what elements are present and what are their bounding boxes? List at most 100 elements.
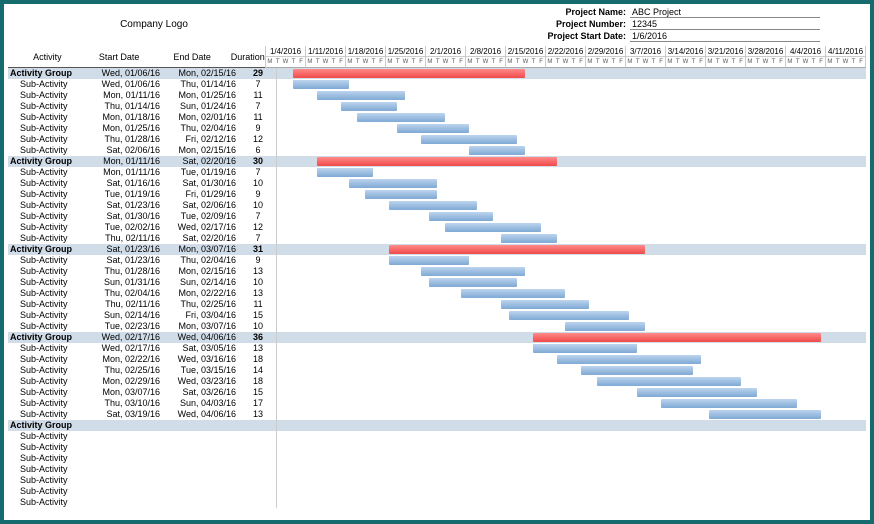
task-bar[interactable]: [501, 300, 589, 309]
task-bar[interactable]: [341, 102, 397, 111]
sub-activity-row[interactable]: Sub-ActivityThu, 01/28/16Fri, 02/12/1612: [8, 134, 866, 145]
sub-activity-row[interactable]: Sub-Activity: [8, 442, 866, 453]
task-bar[interactable]: [421, 267, 525, 276]
sub-activity-row[interactable]: Sub-Activity: [8, 431, 866, 442]
end-date-cell: Thu, 02/04/16: [164, 255, 240, 266]
sub-activity-row[interactable]: Sub-Activity: [8, 475, 866, 486]
task-bar[interactable]: [317, 168, 373, 177]
sub-activity-row[interactable]: Sub-ActivityTue, 02/23/16Mon, 03/07/1610: [8, 321, 866, 332]
start-date-cell: Wed, 02/17/16: [88, 332, 164, 343]
sub-activity-row[interactable]: Sub-ActivityWed, 01/06/16Thu, 01/14/167: [8, 79, 866, 90]
end-date-cell: Sat, 03/05/16: [164, 343, 240, 354]
sub-activity-row[interactable]: Sub-ActivityMon, 02/22/16Wed, 03/16/1618: [8, 354, 866, 365]
sub-activity-row[interactable]: Sub-ActivitySat, 01/23/16Thu, 02/04/169: [8, 255, 866, 266]
activity-group-row[interactable]: Activity GroupMon, 01/11/16Sat, 02/20/16…: [8, 156, 866, 167]
sub-activity-row[interactable]: Sub-ActivityTue, 01/19/16Fri, 01/29/169: [8, 189, 866, 200]
sub-activity-row[interactable]: Sub-ActivityWed, 02/17/16Sat, 03/05/1613: [8, 343, 866, 354]
activity-label: Sub-Activity: [8, 255, 88, 266]
activity-group-row[interactable]: Activity GroupSat, 01/23/16Mon, 03/07/16…: [8, 244, 866, 255]
day-label: W: [522, 57, 530, 68]
task-bar[interactable]: [349, 179, 437, 188]
day-label: T: [689, 57, 697, 68]
task-bar[interactable]: [709, 410, 821, 419]
sub-activity-row[interactable]: Sub-ActivityMon, 01/25/16Thu, 02/04/169: [8, 123, 866, 134]
sub-activity-row[interactable]: Sub-ActivitySat, 01/30/16Tue, 02/09/167: [8, 211, 866, 222]
activity-group-row[interactable]: Activity Group: [8, 420, 866, 431]
task-bar[interactable]: [501, 234, 557, 243]
sub-activity-row[interactable]: Sub-ActivityMon, 01/18/16Mon, 02/01/1611: [8, 112, 866, 123]
group-bar[interactable]: [389, 245, 645, 254]
activity-label: Sub-Activity: [8, 167, 88, 178]
project-name-value[interactable]: ABC Project: [630, 6, 820, 18]
task-bar[interactable]: [661, 399, 797, 408]
task-bar[interactable]: [533, 344, 637, 353]
task-bar[interactable]: [597, 377, 741, 386]
task-bar[interactable]: [389, 256, 469, 265]
gantt-bar-cell: [276, 123, 866, 134]
day-label: M: [266, 57, 274, 68]
end-date-cell: Mon, 02/15/16: [164, 266, 240, 277]
sub-activity-row[interactable]: Sub-Activity: [8, 497, 866, 508]
task-bar[interactable]: [445, 223, 541, 232]
sub-activity-row[interactable]: Sub-ActivityMon, 02/29/16Wed, 03/23/1618: [8, 376, 866, 387]
task-bar[interactable]: [365, 190, 437, 199]
start-date-cell: Thu, 01/28/16: [88, 266, 164, 277]
company-logo-placeholder: Company Logo: [64, 10, 244, 40]
day-label: W: [722, 57, 730, 68]
project-start-value[interactable]: 1/6/2016: [630, 30, 820, 42]
sub-activity-row[interactable]: Sub-ActivityThu, 02/25/16Tue, 03/15/1614: [8, 365, 866, 376]
sub-activity-row[interactable]: Sub-ActivityThu, 01/28/16Mon, 02/15/1613: [8, 266, 866, 277]
sub-activity-row[interactable]: Sub-ActivitySat, 03/19/16Wed, 04/06/1613: [8, 409, 866, 420]
gantt-bar-cell: [276, 409, 866, 420]
sub-activity-row[interactable]: Sub-ActivitySat, 01/16/16Sat, 01/30/1610: [8, 178, 866, 189]
task-bar[interactable]: [565, 322, 645, 331]
task-bar[interactable]: [469, 146, 525, 155]
task-bar[interactable]: [637, 388, 757, 397]
start-date-cell: Thu, 02/11/16: [88, 299, 164, 310]
task-bar[interactable]: [429, 278, 517, 287]
duration-cell: 9: [240, 189, 276, 200]
project-number-value[interactable]: 12345: [630, 18, 820, 30]
sub-activity-row[interactable]: Sub-ActivityTue, 02/02/16Wed, 02/17/1612: [8, 222, 866, 233]
sub-activity-row[interactable]: Sub-ActivitySat, 01/23/16Sat, 02/06/1610: [8, 200, 866, 211]
sub-activity-row[interactable]: Sub-ActivitySun, 01/31/16Sun, 02/14/1610: [8, 277, 866, 288]
task-bar[interactable]: [429, 212, 493, 221]
sub-activity-row[interactable]: Sub-ActivityMon, 01/11/16Tue, 01/19/167: [8, 167, 866, 178]
sub-activity-row[interactable]: Sub-ActivityMon, 01/11/16Mon, 01/25/1611: [8, 90, 866, 101]
sub-activity-row[interactable]: Sub-Activity: [8, 453, 866, 464]
gantt-grid: Activity Start Date End Date Duration 1/…: [8, 46, 866, 516]
group-bar[interactable]: [293, 69, 525, 78]
task-bar[interactable]: [581, 366, 693, 375]
sub-activity-row[interactable]: Sub-ActivityThu, 02/11/16Sat, 02/20/167: [8, 233, 866, 244]
sub-activity-row[interactable]: Sub-Activity: [8, 486, 866, 497]
task-bar[interactable]: [461, 289, 565, 298]
task-bar[interactable]: [509, 311, 629, 320]
task-bar[interactable]: [357, 113, 445, 122]
week-days: MTWTF: [506, 57, 545, 68]
gantt-bar-cell: [276, 398, 866, 409]
activity-label: Sub-Activity: [8, 442, 88, 453]
sub-activity-row[interactable]: Sub-ActivityThu, 01/14/16Sun, 01/24/167: [8, 101, 866, 112]
duration-cell: 18: [240, 354, 276, 365]
task-bar[interactable]: [397, 124, 469, 133]
task-bar[interactable]: [389, 201, 477, 210]
task-bar[interactable]: [317, 91, 405, 100]
sub-activity-row[interactable]: Sub-ActivityMon, 03/07/16Sat, 03/26/1615: [8, 387, 866, 398]
task-bar[interactable]: [557, 355, 701, 364]
group-bar[interactable]: [533, 333, 821, 342]
task-bar[interactable]: [421, 135, 517, 144]
sub-activity-row[interactable]: Sub-ActivityThu, 02/11/16Thu, 02/25/1611: [8, 299, 866, 310]
sub-activity-row[interactable]: Sub-ActivityThu, 03/10/16Sun, 04/03/1617: [8, 398, 866, 409]
activity-group-row[interactable]: Activity GroupWed, 01/06/16Mon, 02/15/16…: [8, 68, 866, 79]
week-days: MTWTF: [786, 57, 825, 68]
duration-cell: 14: [240, 365, 276, 376]
task-bar[interactable]: [293, 80, 349, 89]
sub-activity-row[interactable]: Sub-ActivitySat, 02/06/16Mon, 02/15/166: [8, 145, 866, 156]
week-date: 2/22/2016: [546, 46, 585, 57]
activity-group-row[interactable]: Activity GroupWed, 02/17/16Wed, 04/06/16…: [8, 332, 866, 343]
sub-activity-row[interactable]: Sub-Activity: [8, 464, 866, 475]
sub-activity-row[interactable]: Sub-ActivitySun, 02/14/16Fri, 03/04/1615: [8, 310, 866, 321]
sub-activity-row[interactable]: Sub-ActivityThu, 02/04/16Mon, 02/22/1613: [8, 288, 866, 299]
group-bar[interactable]: [317, 157, 557, 166]
end-date-cell: [164, 486, 240, 497]
